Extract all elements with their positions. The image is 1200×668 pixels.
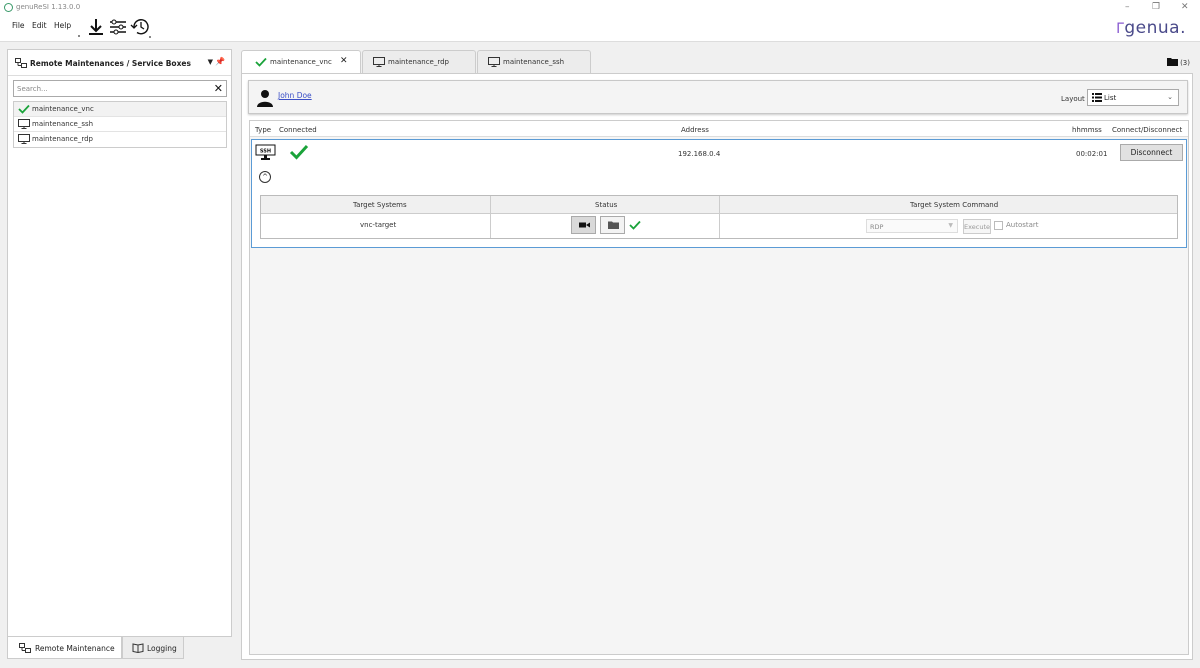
col-time: hhmmss — [1072, 126, 1102, 134]
list-item-label: maintenance_vnc — [32, 105, 94, 113]
session-content: John Doe Layout List ⌄ Type Connected Ad… — [241, 73, 1193, 660]
history-icon[interactable] — [130, 17, 151, 38]
tab-maintenance-ssh[interactable]: maintenance_ssh — [477, 50, 591, 73]
menu-file[interactable]: File — [12, 21, 25, 30]
connected-check-icon — [289, 144, 309, 162]
window-title: genuReSI 1.13.0.0 — [16, 3, 81, 11]
list-item-maintenance-rdp[interactable]: maintenance_rdp — [14, 132, 226, 147]
execute-button[interactable]: Execute — [963, 219, 991, 234]
autostart-checkbox[interactable] — [994, 221, 1003, 230]
tab-remote-maintenance[interactable]: Remote Maintenance — [7, 637, 122, 659]
disconnect-button[interactable]: Disconnect — [1120, 144, 1183, 161]
tab-logging[interactable]: Logging — [122, 637, 184, 659]
tab-label: maintenance_rdp — [388, 58, 450, 66]
connections-table: Type Connected Address hhmmss Connect/Di… — [249, 120, 1189, 655]
check-icon — [18, 104, 30, 116]
search-input[interactable] — [14, 81, 204, 96]
download-icon[interactable] — [76, 17, 103, 37]
user-bar: John Doe Layout List ⌄ — [248, 80, 1188, 114]
monitor-icon — [18, 119, 30, 131]
layout-select[interactable]: List ⌄ — [1087, 89, 1179, 106]
col-action: Connect/Disconnect — [1112, 126, 1183, 134]
close-window-button[interactable]: ✕ — [1181, 2, 1189, 12]
folder-icon — [608, 221, 619, 231]
genua-logo: ᒥgenua. — [1116, 18, 1186, 38]
col-connected: Connected — [279, 126, 317, 134]
col-status: Status — [595, 201, 618, 209]
service-box-list: maintenance_vnc maintenance_ssh maintena… — [13, 101, 227, 148]
book-icon — [132, 643, 144, 655]
ssh-terminal-icon: SSH — [255, 144, 277, 164]
monitor-icon — [18, 134, 30, 146]
col-type: Type — [255, 126, 272, 134]
user-name-link[interactable]: John Doe — [278, 91, 312, 100]
panel-title: Remote Maintenances / Service Boxes — [30, 59, 191, 68]
connections-header: Type Connected Address hhmmss Connect/Di… — [250, 121, 1188, 137]
menu-help[interactable]: Help — [54, 21, 71, 30]
settings-sliders-icon[interactable] — [109, 17, 127, 37]
network-boxes-icon — [19, 643, 31, 655]
folder-icon — [1166, 58, 1180, 67]
pin-icon[interactable]: 📌 — [215, 57, 225, 66]
panel-header: Remote Maintenances / Service Boxes ▼ 📌 — [8, 50, 231, 76]
chevron-down-icon: ▼ — [948, 222, 953, 229]
col-target-command: Target System Command — [910, 201, 999, 209]
clear-search-icon[interactable]: ✕ — [214, 82, 223, 95]
autostart-label: Autostart — [1006, 221, 1039, 229]
elapsed-time: 00:02:01 — [1076, 150, 1108, 158]
monitor-icon — [488, 57, 500, 69]
table-row[interactable]: SSH 192.168.0.4 00:02:01 Disconnect ^ Ta… — [251, 139, 1187, 248]
close-tab-icon[interactable]: ✕ — [340, 56, 348, 66]
tab-label: Remote Maintenance — [35, 644, 115, 653]
list-item-label: maintenance_rdp — [32, 135, 94, 143]
collapse-icon[interactable]: ^ — [259, 171, 271, 183]
menu-bar: File Edit Help ᒥgenua. — [0, 16, 1200, 42]
column-divider — [490, 196, 491, 238]
col-address: Address — [681, 126, 709, 134]
panel-dropdown-icon[interactable]: ▼ — [208, 58, 213, 66]
list-item-maintenance-vnc[interactable]: maintenance_vnc — [14, 102, 226, 117]
layout-value: List — [1104, 94, 1117, 102]
tab-maintenance-vnc[interactable]: maintenance_vnc ✕ — [241, 50, 361, 74]
tab-label: maintenance_vnc — [270, 58, 332, 66]
status-ok-icon — [629, 220, 641, 232]
svg-text:SSH: SSH — [260, 149, 271, 155]
video-button[interactable] — [571, 216, 596, 234]
restore-button[interactable]: ❐ — [1152, 2, 1160, 12]
user-avatar-icon — [256, 89, 274, 109]
tab-label: maintenance_ssh — [503, 58, 565, 66]
target-systems-table: Target Systems Status Target System Comm… — [260, 195, 1178, 239]
minimize-button[interactable]: – — [1125, 2, 1130, 12]
chevron-down-icon: ⌄ — [1167, 93, 1173, 101]
search-box: ✕ — [13, 80, 227, 97]
list-icon — [1092, 93, 1102, 104]
monitor-icon — [373, 57, 385, 69]
list-item-maintenance-ssh[interactable]: maintenance_ssh — [14, 117, 226, 132]
service-boxes-panel: Remote Maintenances / Service Boxes ▼ 📌 … — [7, 49, 232, 637]
check-icon — [255, 57, 267, 69]
tab-maintenance-rdp[interactable]: maintenance_rdp — [362, 50, 476, 73]
app-icon — [4, 3, 13, 12]
menu-edit[interactable]: Edit — [32, 21, 47, 30]
folder-count[interactable]: (3) — [1166, 57, 1190, 67]
target-system-name: vnc-target — [360, 221, 397, 229]
col-target-systems: Target Systems — [353, 201, 407, 209]
column-divider — [719, 196, 720, 238]
file-transfer-button[interactable] — [600, 216, 625, 234]
command-value: RDP — [870, 223, 884, 231]
address-value: 192.168.0.4 — [678, 150, 721, 158]
title-bar: genuReSI 1.13.0.0 – ❐ ✕ — [0, 0, 1200, 16]
tab-label: Logging — [147, 644, 177, 653]
list-item-label: maintenance_ssh — [32, 120, 94, 128]
layout-label: Layout — [1061, 95, 1085, 103]
target-command-select[interactable]: RDP ▼ — [866, 219, 958, 233]
network-boxes-icon — [15, 58, 27, 70]
video-camera-icon — [579, 221, 590, 231]
